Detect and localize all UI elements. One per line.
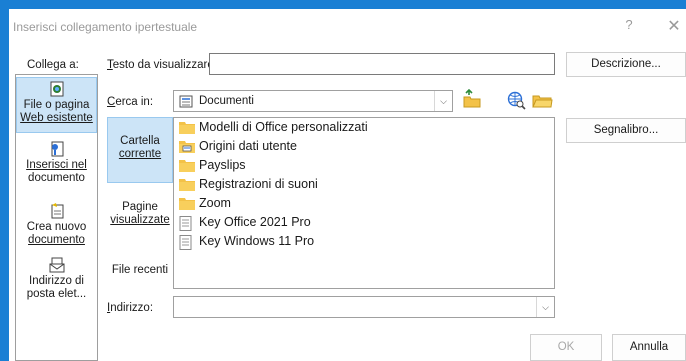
text-to-display-label: Testo da visualizzare: xyxy=(107,59,217,71)
link-email-line1: Indirizzo di xyxy=(29,275,84,287)
browse-file-icon[interactable] xyxy=(531,89,553,111)
folder-icon xyxy=(179,160,195,172)
nav-browsed-line2: visualizzate xyxy=(110,214,170,226)
list-item[interactable]: Origini dati utente xyxy=(177,138,553,156)
list-item[interactable]: Key Office 2021 Pro xyxy=(177,214,553,232)
document-icon xyxy=(179,235,192,250)
link-email-line2: posta elet... xyxy=(26,288,87,300)
help-button[interactable]: ? xyxy=(621,17,637,35)
link-existing-line2: Web esistente xyxy=(20,112,93,124)
link-place-line2: documento xyxy=(28,172,85,184)
documents-folder-icon xyxy=(179,95,193,108)
folder-icon xyxy=(179,122,195,134)
link-to-panel: File o pagina Web esistente Inserisci ne… xyxy=(15,74,98,361)
link-existing-file[interactable]: File o pagina Web esistente xyxy=(16,77,97,133)
file-name: Modelli di Office personalizzati xyxy=(199,120,368,134)
file-list[interactable]: Modelli di Office personalizzati Origini… xyxy=(173,117,555,289)
link-place-in-document[interactable]: Inserisci nel documento xyxy=(16,141,97,197)
file-name: Zoom xyxy=(199,196,231,210)
look-in-select[interactable]: Documenti ⌵ xyxy=(173,90,453,112)
bookmark-button[interactable]: Segnalibro... xyxy=(566,118,686,143)
file-name: Origini dati utente xyxy=(199,139,297,153)
browse-web-icon[interactable] xyxy=(505,89,527,111)
file-name: Registrazioni di suoni xyxy=(199,177,318,191)
list-item[interactable]: Modelli di Office personalizzati xyxy=(177,119,553,137)
up-one-folder-icon[interactable] xyxy=(461,89,483,111)
ok-button[interactable]: OK xyxy=(530,334,602,361)
link-new-line1: Crea nuovo xyxy=(26,221,87,233)
link-existing-line1: File o pagina xyxy=(23,99,90,111)
file-name: Key Office 2021 Pro xyxy=(199,215,311,229)
web-page-icon xyxy=(50,81,63,97)
dialog-title: Inserisci collegamento ipertestuale xyxy=(13,20,198,34)
data-source-folder-icon xyxy=(179,141,195,153)
title-bar: Inserisci collegamento ipertestuale ? ✕ xyxy=(9,9,686,41)
look-in-label: Cerca in: xyxy=(107,96,154,108)
nav-recent-files[interactable]: File recenti xyxy=(107,257,173,283)
text-to-display-input[interactable] xyxy=(209,53,555,75)
cancel-button[interactable]: Annulla xyxy=(612,334,686,361)
new-document-icon xyxy=(51,203,63,219)
hyperlink-dialog: Inserisci collegamento ipertestuale ? ✕ … xyxy=(9,9,686,361)
file-name: Key Windows 11 Pro xyxy=(199,234,315,248)
link-new-document[interactable]: Crea nuovo documento xyxy=(16,203,97,259)
list-item[interactable]: Key Windows 11 Pro xyxy=(177,233,553,251)
document-icon xyxy=(179,216,192,231)
nav-current-line1: Cartella xyxy=(120,135,160,147)
nav-browsed-line1: Pagine xyxy=(122,201,158,213)
nav-current-folder[interactable]: Cartella corrente xyxy=(107,117,173,183)
chevron-down-icon[interactable]: ⌵ xyxy=(434,91,452,111)
nav-browsed-pages[interactable]: Pagine visualizzate xyxy=(107,187,173,237)
file-name: Payslips xyxy=(199,158,246,172)
look-in-value: Documenti xyxy=(199,95,254,107)
browse-nav-panel: Cartella corrente Pagine visualizzate Fi… xyxy=(107,117,173,289)
email-icon xyxy=(49,257,64,273)
folder-icon xyxy=(179,179,195,191)
link-email-address[interactable]: Indirizzo di posta elet... xyxy=(16,257,97,313)
link-new-line2: documento xyxy=(28,234,85,246)
folder-icon xyxy=(179,198,195,210)
list-item[interactable]: Registrazioni di suoni xyxy=(177,176,553,194)
nav-recent-line1: File recenti xyxy=(111,264,169,276)
list-item[interactable]: Payslips xyxy=(177,157,553,175)
link-to-label: Collega a: xyxy=(27,59,79,71)
nav-current-line2: corrente xyxy=(118,148,162,160)
link-place-line1: Inserisci nel xyxy=(26,159,87,171)
close-button[interactable]: ✕ xyxy=(665,16,683,35)
screentip-button[interactable]: Descrizione... xyxy=(566,52,686,77)
address-input[interactable]: ⌵ xyxy=(173,296,555,318)
address-label: Indirizzo: xyxy=(107,302,154,314)
chevron-down-icon[interactable]: ⌵ xyxy=(536,297,554,317)
place-in-document-icon xyxy=(51,141,63,157)
list-item[interactable]: Zoom xyxy=(177,195,553,213)
